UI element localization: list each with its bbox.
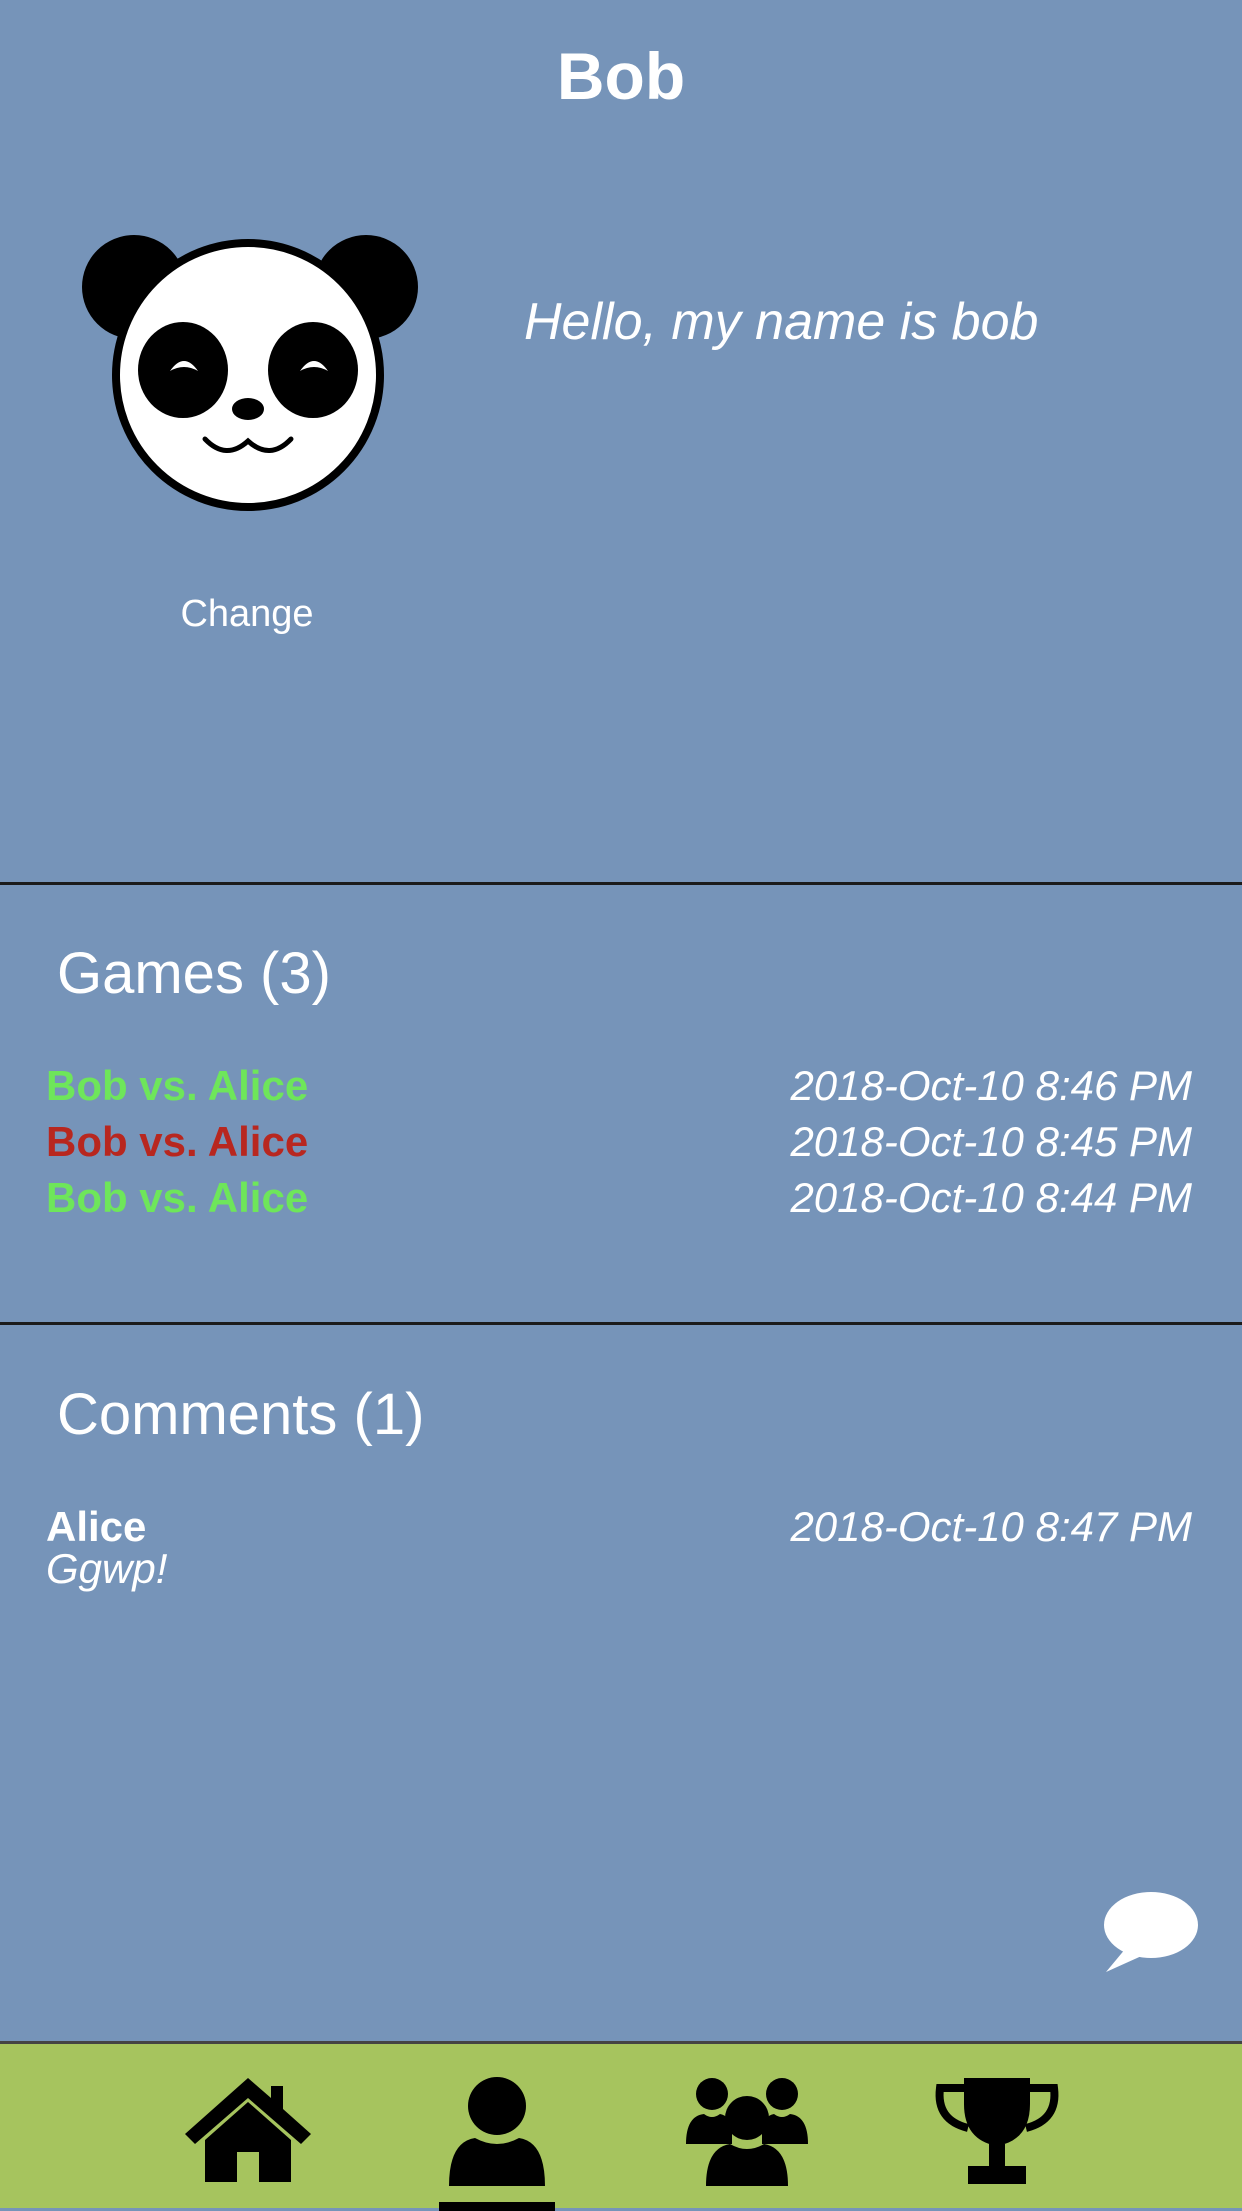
trophy-icon[interactable]	[932, 2074, 1062, 2189]
profile-bio: Hello, my name is bob	[524, 293, 1039, 351]
comment-item: Alice 2018-Oct-10 8:47 PM	[46, 1499, 1192, 1555]
game-label: Bob vs. Alice	[46, 1174, 309, 1221]
home-icon[interactable]	[183, 2074, 313, 2189]
games-heading: Games (3)	[57, 941, 331, 1006]
divider	[0, 1322, 1242, 1325]
game-label: Bob vs. Alice	[46, 1118, 309, 1165]
user-icon[interactable]	[432, 2074, 562, 2189]
change-avatar-button[interactable]: Change	[132, 590, 362, 638]
game-time: 2018-Oct-10 8:46 PM	[790, 1062, 1192, 1109]
comment-text: Ggwp!	[46, 1545, 168, 1592]
bottom-nav	[0, 2041, 1242, 2211]
game-row[interactable]: Bob vs. Alice 2018-Oct-10 8:45 PM	[46, 1114, 1192, 1170]
game-label: Bob vs. Alice	[46, 1062, 309, 1109]
active-tab-indicator	[439, 2202, 555, 2211]
game-time: 2018-Oct-10 8:44 PM	[790, 1174, 1192, 1221]
comments-heading: Comments (1)	[57, 1382, 425, 1447]
game-row[interactable]: Bob vs. Alice 2018-Oct-10 8:46 PM	[46, 1058, 1192, 1114]
comment-time: 2018-Oct-10 8:47 PM	[790, 1503, 1192, 1550]
chat-bubble-icon[interactable]	[1100, 1888, 1200, 1976]
panda-avatar-icon	[82, 235, 418, 511]
divider	[0, 882, 1242, 885]
game-time: 2018-Oct-10 8:45 PM	[790, 1118, 1192, 1165]
page-title: Bob	[556, 39, 686, 113]
group-icon[interactable]	[682, 2074, 812, 2189]
game-row[interactable]: Bob vs. Alice 2018-Oct-10 8:44 PM	[46, 1170, 1192, 1226]
